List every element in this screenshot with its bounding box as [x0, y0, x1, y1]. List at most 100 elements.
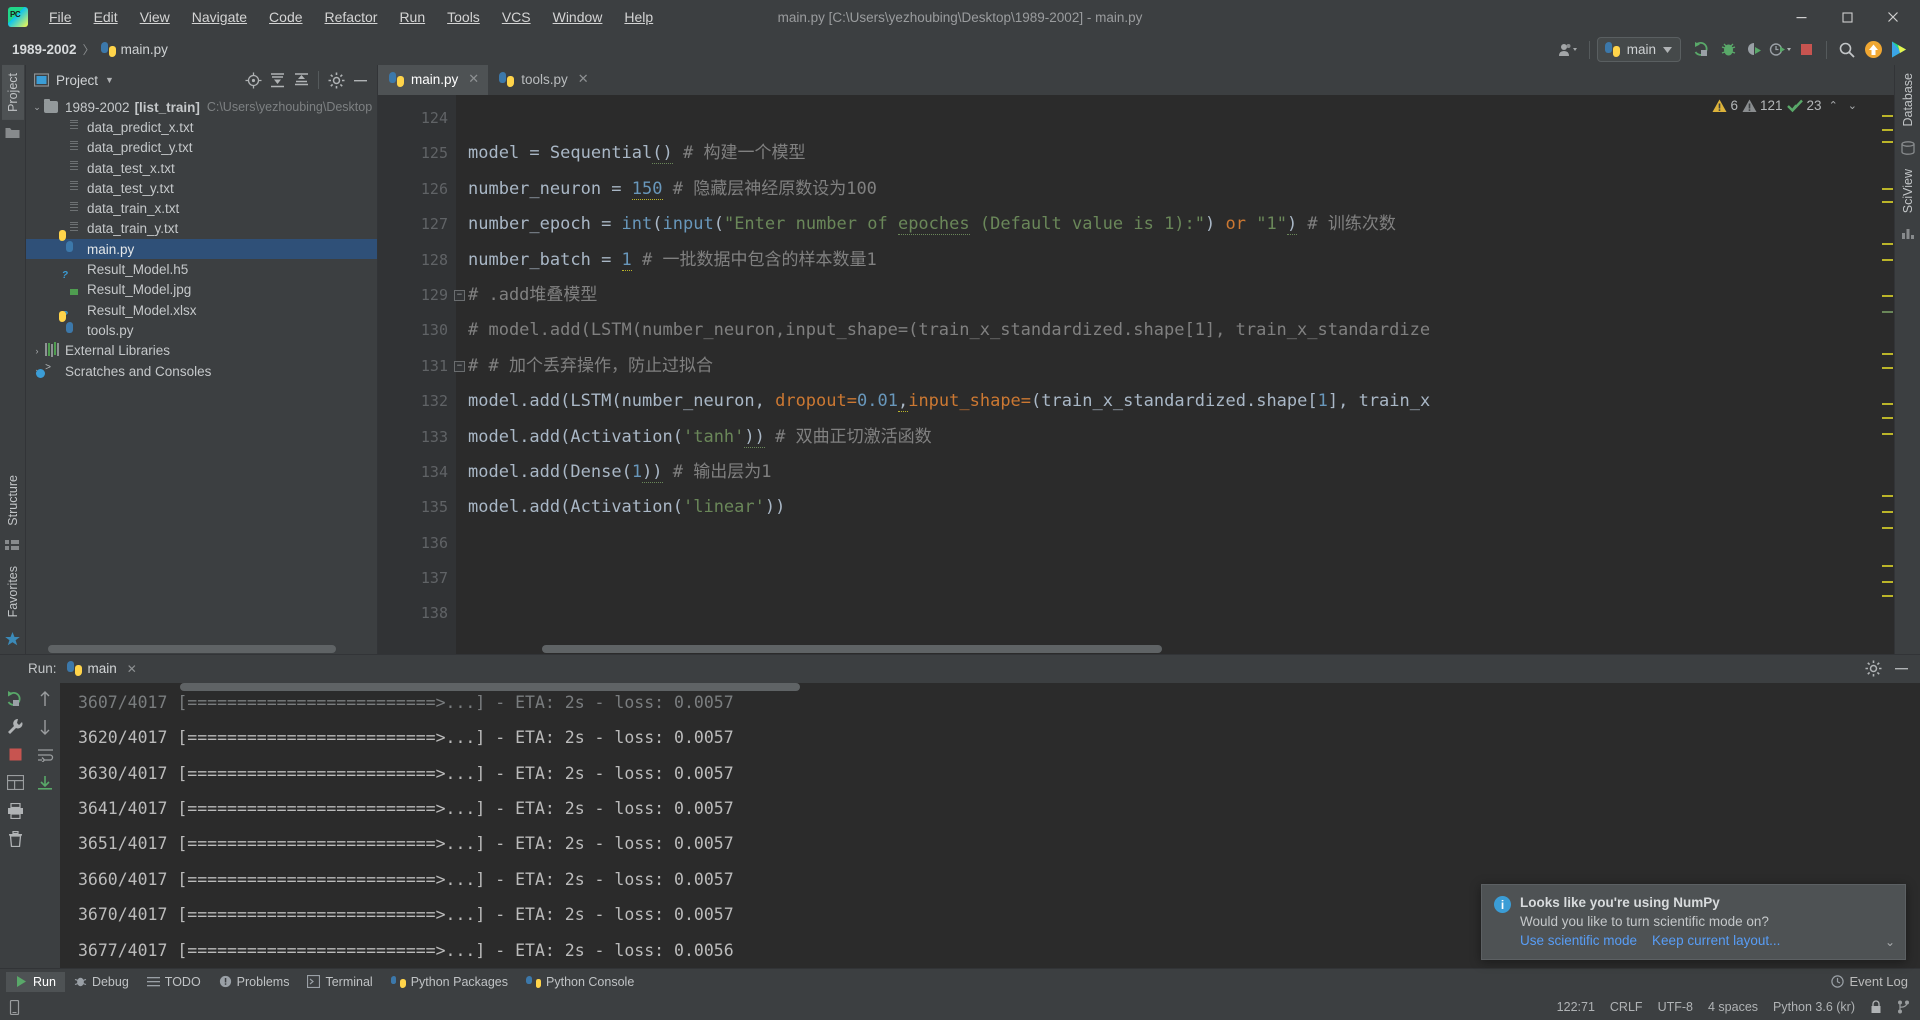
code-line[interactable]: model = Sequential() # 构建一个模型	[456, 136, 1880, 171]
sidebar-tab-database[interactable]: Database	[1897, 65, 1919, 135]
close-button[interactable]	[1870, 0, 1916, 34]
memory-indicator-icon[interactable]	[8, 999, 21, 1015]
project-tree[interactable]: ⌄ 1989-2002 [list_train] C:\Users\yezhou…	[26, 95, 377, 643]
code-line[interactable]	[456, 101, 1880, 136]
expand-all-icon[interactable]	[266, 69, 288, 91]
tab-tools-py[interactable]: tools.py ✕	[488, 65, 597, 95]
weak-warnings-count[interactable]: 121	[1742, 98, 1783, 113]
tree-row-main-py[interactable]: main.py	[26, 230, 377, 260]
run-configuration-selector[interactable]: main	[1596, 37, 1681, 62]
project-dropdown-icon[interactable]: ▼	[105, 75, 114, 85]
python-interpreter[interactable]: Python 3.6 (kr)	[1773, 1000, 1855, 1014]
menu-refactor[interactable]: Refactor	[314, 5, 389, 29]
soft-wrap-icon[interactable]	[33, 743, 57, 767]
menu-tools[interactable]: Tools	[436, 5, 491, 29]
gear-icon[interactable]	[325, 69, 347, 91]
expand-arrow-icon[interactable]: ›	[30, 346, 44, 356]
code-line[interactable]: number_epoch = int(input("Enter number o…	[456, 207, 1880, 242]
gear-icon[interactable]	[1862, 658, 1884, 680]
tree-row-file[interactable]: Result_Model.xlsx	[26, 300, 377, 320]
sidebar-tab-sciview[interactable]: SciView	[1897, 161, 1919, 221]
tab-main-py[interactable]: main.py ✕	[378, 65, 489, 95]
next-problem-icon[interactable]: ⌄	[1845, 99, 1860, 112]
delete-trash-icon[interactable]	[3, 827, 27, 851]
coverage-button[interactable]	[1741, 37, 1767, 62]
event-log-area[interactable]: Event Log	[1831, 974, 1920, 989]
breadcrumb-project[interactable]: 1989-2002	[12, 42, 77, 57]
tool-window-problems[interactable]: Problems	[210, 972, 299, 992]
code-line[interactable]	[456, 526, 1880, 561]
close-icon[interactable]: ✕	[468, 71, 479, 87]
notification-collapse-icon[interactable]: ⌄	[1885, 935, 1895, 949]
run-button[interactable]	[1689, 37, 1715, 62]
export-download-icon[interactable]	[33, 771, 57, 795]
line-separator[interactable]: CRLF	[1610, 1000, 1643, 1014]
stop-icon[interactable]	[3, 743, 27, 767]
code-line[interactable]: number_batch = 1 # 一批数据中包含的样本数量1	[456, 243, 1880, 278]
keep-current-layout-link[interactable]: Keep current layout...	[1652, 933, 1780, 948]
tool-window-todo[interactable]: TODO	[138, 972, 210, 992]
menu-code[interactable]: Code	[258, 5, 313, 29]
structure-grid-icon[interactable]	[5, 539, 20, 552]
menu-window[interactable]: Window	[542, 5, 614, 29]
sidebar-tab-structure[interactable]: Structure	[2, 467, 24, 534]
settings-wrench-icon[interactable]	[3, 715, 27, 739]
tree-row-file[interactable]: data_test_x.txt	[26, 158, 377, 178]
tree-row-external-libraries[interactable]: › External Libraries	[26, 341, 377, 361]
tree-row-file[interactable]: data_train_y.txt	[26, 219, 377, 239]
run-tab-main[interactable]: main ✕	[66, 661, 137, 677]
menu-edit[interactable]: Edit	[83, 5, 129, 29]
checks-count[interactable]: 23	[1786, 98, 1822, 113]
expand-arrow-icon[interactable]: ⌄	[30, 102, 44, 113]
code-line[interactable]: # model.add(LSTM(number_neuron,input_sha…	[456, 313, 1880, 348]
search-icon[interactable]	[1834, 37, 1860, 62]
error-stripe-markers[interactable]	[1880, 95, 1894, 654]
file-encoding[interactable]: UTF-8	[1658, 1000, 1693, 1014]
print-icon[interactable]	[3, 799, 27, 823]
menu-run[interactable]: Run	[388, 5, 436, 29]
tool-window-python-packages[interactable]: Python Packages	[382, 972, 517, 992]
person-dropdown-icon[interactable]	[1556, 37, 1582, 62]
project-horizontal-scrollbar[interactable]	[26, 642, 377, 654]
tool-window-debug[interactable]: Debug	[65, 972, 138, 992]
code-line[interactable]: model.add(Dense(1)) # 输出层为1	[456, 455, 1880, 490]
menu-navigate[interactable]: Navigate	[181, 5, 258, 29]
scrollbar-thumb[interactable]	[48, 644, 336, 653]
tree-row-project-root[interactable]: ⌄ 1989-2002 [list_train] C:\Users\yezhou…	[26, 97, 377, 117]
close-icon[interactable]: ✕	[578, 71, 589, 87]
tree-row-file[interactable]: data_predict_x.txt	[26, 117, 377, 137]
tree-row-tools-py[interactable]: tools.py	[26, 311, 377, 340]
tree-row-file[interactable]: data_test_y.txt	[26, 178, 377, 198]
code-line[interactable]: model.add(Activation('linear'))	[456, 490, 1880, 525]
collapse-all-icon[interactable]	[290, 69, 312, 91]
caret-position[interactable]: 122:71	[1557, 1000, 1595, 1014]
code-line[interactable]: # # 加个丢弃操作，防止过拟合	[456, 349, 1880, 384]
menu-vcs[interactable]: VCS	[491, 5, 542, 29]
use-scientific-mode-link[interactable]: Use scientific mode	[1520, 933, 1637, 948]
branch-icon[interactable]	[1897, 1000, 1910, 1014]
tool-window-run[interactable]: Run	[6, 971, 65, 992]
grid-layout-icon[interactable]	[3, 771, 27, 795]
tool-window-python-console[interactable]: Python Console	[517, 972, 643, 992]
scroll-down-icon[interactable]	[33, 715, 57, 739]
code-line[interactable]: # .add堆叠模型	[456, 278, 1880, 313]
console-scrollbar-thumb[interactable]	[180, 682, 800, 691]
tree-row-scratches[interactable]: › Scratches and Consoles	[26, 361, 377, 381]
hide-panel-icon[interactable]	[349, 69, 371, 91]
code-line[interactable]: model.add(LSTM(number_neuron, dropout=0.…	[456, 384, 1880, 419]
lock-icon[interactable]	[1870, 1000, 1882, 1014]
stop-button[interactable]	[1793, 37, 1819, 62]
minimize-button[interactable]	[1778, 0, 1824, 34]
numpy-notification[interactable]: i Looks like you're using NumPy Would yo…	[1481, 884, 1906, 960]
tree-row-file[interactable]: data_predict_y.txt	[26, 138, 377, 158]
tree-row-file[interactable]: Result_Model.jpg	[26, 280, 377, 300]
close-icon[interactable]: ✕	[127, 662, 137, 676]
indent-setting[interactable]: 4 spaces	[1708, 1000, 1758, 1014]
rerun-icon[interactable]	[3, 687, 27, 711]
tree-row-file[interactable]: data_train_x.txt	[26, 198, 377, 218]
profile-button[interactable]	[1767, 37, 1793, 62]
update-icon[interactable]	[1860, 37, 1886, 62]
code-content[interactable]: model = Sequential() # 构建一个模型 number_neu…	[456, 95, 1880, 654]
debug-button[interactable]	[1715, 37, 1741, 62]
menu-help[interactable]: Help	[613, 5, 664, 29]
